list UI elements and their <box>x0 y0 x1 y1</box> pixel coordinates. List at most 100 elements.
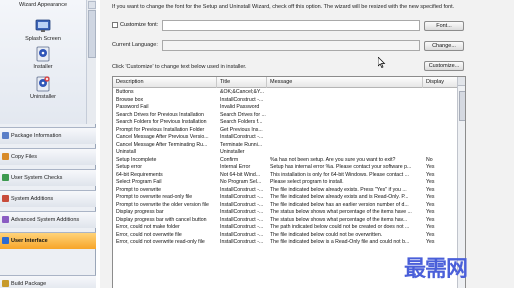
table-header: Description Title Message Display <box>113 77 457 88</box>
scroll-up-icon[interactable] <box>88 1 96 9</box>
table-row[interactable]: Setup Incomplete Confirm %a has not been s… <box>113 157 457 165</box>
cell-description: Cancel Message After Previous Versio... <box>116 134 209 140</box>
nav-advanced-system-additions[interactable]: Advanced System Additions <box>0 211 96 228</box>
column-header-description[interactable]: Description <box>113 77 217 88</box>
tool-installer[interactable]: Installer <box>0 46 86 70</box>
cell-description: Setup Incomplete <box>116 156 157 163</box>
nav-package-information[interactable]: Package Information <box>0 127 96 144</box>
table-row[interactable]: Uninstall Uninstaller <box>113 149 457 157</box>
table-row[interactable]: Display progress bar InstallConstruct -..… <box>113 209 457 217</box>
cell-message: The file indicated below already exists.… <box>270 186 407 193</box>
current-language-label: Current Language: <box>112 42 158 48</box>
table-row[interactable]: Password Fail Invalid Password <box>113 104 457 112</box>
table-row[interactable]: Prompt to overwrite read-only file Instal… <box>113 194 457 202</box>
cell-title: Uninstaller <box>220 149 245 155</box>
cell-message: The file indicated below could not be ov… <box>270 231 383 238</box>
cell-message: The path indicated below could not be cr… <box>270 224 410 230</box>
cell-title: InstallConstruct -... <box>220 209 264 215</box>
table-row[interactable]: Prompt to overwrite the older version fi… <box>113 202 457 210</box>
table-row[interactable]: Error, could not make folder InstallConst… <box>113 224 457 232</box>
cell-title: Terminate Runni... <box>220 141 263 148</box>
nav-label: User System Checks <box>11 175 63 181</box>
font-button[interactable]: Font... <box>424 21 464 31</box>
build-package-icon <box>2 280 9 287</box>
table-row[interactable]: Error, could not overwrite file InstallCo… <box>113 232 457 240</box>
cell-title: Invalid Password <box>220 104 260 110</box>
cell-message: Please select program to install. <box>270 179 344 185</box>
cell-message <box>267 112 423 120</box>
table-row[interactable]: Browse box InstallConstruct -... <box>113 97 457 105</box>
cell-description: Prompt for Previous Installation Folder <box>116 126 205 133</box>
nav-copy-files[interactable]: Copy Files <box>0 148 96 165</box>
cell-title: InstallConstruct -... <box>220 216 264 223</box>
current-language-field <box>162 40 420 51</box>
nav-user-system-checks[interactable]: User System Checks <box>0 169 96 186</box>
tool-label: Splash Screen <box>25 36 61 42</box>
nav-system-additions[interactable]: System Additions <box>0 190 96 207</box>
cell-title: Confirm <box>220 156 239 163</box>
cell-title: No Program Sel... <box>220 179 262 185</box>
tool-wizard-appearance[interactable]: Wizard Appearance <box>0 2 86 8</box>
cell-title: InstallConstruct -... <box>220 96 264 103</box>
cell-display: Yes <box>426 179 435 185</box>
table-row[interactable]: Display progress bar with cancel button I… <box>113 217 457 225</box>
scroll-thumb[interactable] <box>459 91 465 121</box>
cell-description: Display progress bar <box>116 209 164 215</box>
cell-title: InstallConstruct -... <box>220 224 264 230</box>
column-header-title[interactable]: Title <box>217 77 267 88</box>
scroll-up-icon[interactable] <box>458 77 465 86</box>
checkbox-box[interactable] <box>112 22 118 28</box>
column-header-message[interactable]: Message <box>267 77 423 88</box>
table-row[interactable]: Select Program Fail No Program Sel... Plea… <box>113 179 457 187</box>
table-row[interactable]: Search Folders for Previous Installation… <box>113 119 457 127</box>
cell-display: Yes <box>426 194 435 200</box>
customize-button[interactable]: Customize... <box>424 61 464 71</box>
table-row[interactable]: Prompt to overwrite InstallConstruct -...… <box>113 187 457 195</box>
table-row[interactable]: Cancel Message After Terminating Ru... Te… <box>113 142 457 150</box>
cell-message: The file indicated below is a Read-Only … <box>270 239 410 245</box>
cell-display: Yes <box>426 171 435 178</box>
scroll-thumb[interactable] <box>88 10 96 58</box>
cell-display: Yes <box>426 239 435 245</box>
tool-panel-scrollbar[interactable] <box>86 0 96 124</box>
cell-message: The status below shows what percentage o… <box>270 216 408 223</box>
change-button[interactable]: Change... <box>424 41 464 51</box>
table-row[interactable]: Error, could not overwrite read-only fil… <box>113 239 457 247</box>
cell-message <box>267 127 423 135</box>
cell-title: InstallConstruct -... <box>220 194 264 200</box>
cell-message <box>267 97 423 105</box>
cell-title: Search Folders f... <box>220 119 263 125</box>
table-row[interactable]: Setup error Internal Error Setup has inter… <box>113 164 457 172</box>
cell-title: InstallConstruct -... <box>220 239 264 245</box>
column-header-display[interactable]: Display <box>423 77 457 88</box>
user-interface-icon <box>2 237 9 244</box>
cell-display: Yes <box>426 164 435 170</box>
tool-uninstaller[interactable]: Uninstaller <box>0 76 86 100</box>
cell-display <box>423 89 457 97</box>
table-row[interactable]: Cancel Message After Previous Versio... I… <box>113 134 457 142</box>
nav-build-package[interactable]: Build Package <box>0 275 96 288</box>
cell-description: Error, could not overwrite read-only fil… <box>116 239 205 245</box>
table-row[interactable]: Prompt for Previous Installation Folder G… <box>113 127 457 135</box>
cell-display <box>423 127 457 135</box>
cell-message: The file indicated below already exists … <box>270 194 409 200</box>
cell-title: InstallConstruct -... <box>220 134 264 140</box>
table-body: Buttons &OK;&Cancel;&Y... Browse box Instal… <box>113 89 457 247</box>
table-row[interactable]: Search Drives for Previous Installation S… <box>113 112 457 120</box>
customize-font-checkbox[interactable]: Customize font: <box>112 22 158 28</box>
cell-display <box>423 149 457 157</box>
table-row[interactable]: Buttons &OK;&Cancel;&Y... <box>113 89 457 97</box>
watermark-logo: 最需网 <box>404 256 468 282</box>
nav-user-interface[interactable]: User Interface <box>0 232 96 249</box>
copy-files-icon <box>2 153 9 160</box>
cell-display <box>423 119 457 127</box>
table-row[interactable]: 64-bit Requirements Not 64-bit Wind... Thi… <box>113 172 457 180</box>
cell-message <box>267 142 423 150</box>
cell-title: InstallConstruct -... <box>220 186 264 193</box>
nav-label: Package Information <box>11 133 62 139</box>
cell-description: Error, could not make folder <box>116 224 180 230</box>
cell-title: Get Previous Ins... <box>220 126 263 133</box>
cell-message: Setup has internal error %a. Please cont… <box>270 164 412 170</box>
tool-splash-screen[interactable]: Splash Screen <box>0 18 86 42</box>
cell-title: Search Drives for ... <box>220 111 266 118</box>
